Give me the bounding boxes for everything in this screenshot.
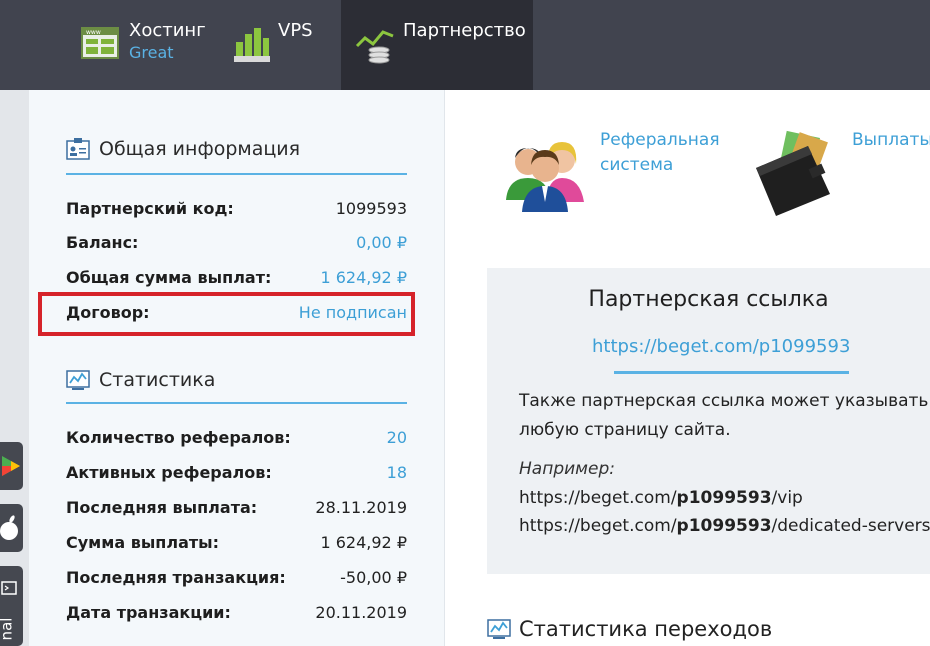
nav-hosting[interactable]: www Хостинг Great (70, 0, 210, 90)
transitions-stats-header: Статистика переходов (487, 617, 772, 641)
stats-value: 28.11.2019 (315, 497, 407, 517)
apple-tab[interactable] (0, 504, 23, 552)
terminal-icon (1, 581, 17, 595)
example-url-1: https://beget.com/p1099593/vip (519, 488, 803, 508)
partner-link-url[interactable]: https://beget.com/p1099593 (592, 336, 850, 357)
stats-value: 1 624,92 ₽ (320, 532, 407, 552)
stats-chart-icon (66, 370, 90, 390)
partner-icon (355, 30, 394, 64)
info-row-partner-code: Партнерский код: 1099593 (66, 193, 407, 223)
vps-icon (234, 28, 270, 62)
stats-row-active-referrals: Активных рефералов: 18 (66, 457, 407, 487)
total-payouts-link[interactable]: 1 624,92 ₽ (320, 268, 407, 287)
transitions-stats-title: Статистика переходов (519, 617, 773, 641)
terminal-tab[interactable]: nal (0, 566, 23, 646)
info-key: Общая сумма выплат: (66, 267, 272, 287)
stats-title: Статистика (99, 369, 216, 391)
stats-row-last-payout: Последняя выплата: 28.11.2019 (66, 492, 407, 522)
referral-line1: Реферальная (600, 130, 720, 150)
stats-key: Последняя выплата: (66, 497, 258, 517)
info-key: Баланс: (66, 232, 139, 252)
active-referrals-link[interactable]: 18 (387, 463, 407, 482)
nav-vps-label: VPS (278, 20, 313, 41)
stats-key: Последняя транзакция: (66, 567, 286, 587)
referral-line2: система (600, 155, 674, 175)
info-value: 1099593 (335, 198, 407, 218)
info-key: Партнерский код: (66, 198, 234, 218)
transitions-chart-icon (487, 619, 511, 639)
general-info-title: Общая информация (99, 138, 301, 160)
stats-key: Активных рефералов: (66, 462, 272, 482)
google-play-tab[interactable] (0, 442, 23, 490)
contract-highlight-box (38, 292, 415, 336)
left-side-strip: nal (0, 90, 29, 646)
apple-icon (0, 515, 18, 540)
google-play-icon (2, 456, 20, 476)
referral-system-link[interactable]: Реферальная система (500, 128, 720, 218)
info-panel: Общая информация Партнерский код: 109959… (29, 90, 445, 646)
stats-divider (66, 402, 407, 404)
stats-row-payout-amount: Сумма выплаты: 1 624,92 ₽ (66, 527, 407, 557)
general-info-header: Общая информация (66, 138, 300, 160)
nav-partner[interactable]: Партнерство (341, 0, 533, 90)
nav-vps[interactable]: VPS (222, 0, 334, 90)
general-info-divider (66, 173, 407, 175)
nav-hosting-sublabel: Great (129, 43, 174, 62)
wallet-icon (756, 130, 830, 216)
example-label: Например: (519, 459, 615, 479)
nav-partner-label: Партнерство (403, 20, 526, 41)
balance-link[interactable]: 0,00 ₽ (356, 233, 407, 252)
stats-value: -50,00 ₽ (340, 567, 407, 587)
stats-key: Количество рефералов: (66, 427, 291, 447)
stats-header: Статистика (66, 369, 215, 391)
stats-key: Дата транзакции: (66, 602, 231, 622)
nav-hosting-label: Хостинг (129, 20, 206, 41)
terminal-tab-label: nal (0, 617, 16, 641)
stats-row-referrals: Количество рефералов: 20 (66, 422, 407, 452)
stats-value: 20.11.2019 (315, 602, 407, 622)
example-url-2: https://beget.com/p1099593/dedicated-ser… (519, 516, 930, 536)
svg-text:www: www (86, 29, 101, 36)
partner-link-desc-line1: Также партнерская ссылка может указывать… (519, 391, 930, 411)
referral-people-icon (506, 142, 584, 212)
hosting-icon: www (81, 27, 119, 59)
partner-link-desc-line2: любую страницу сайта. (519, 420, 731, 440)
info-row-total-payouts: Общая сумма выплат: 1 624,92 ₽ (66, 262, 407, 292)
info-row-balance: Баланс: 0,00 ₽ (66, 227, 407, 257)
partner-link-underline (614, 371, 849, 374)
referrals-count-link[interactable]: 20 (387, 428, 407, 447)
top-nav: www Хостинг Great VPS Партнерство (0, 0, 930, 90)
stats-row-transaction-date: Дата транзакции: 20.11.2019 (66, 597, 407, 627)
payouts-link[interactable]: Выплаты (752, 128, 930, 218)
id-card-icon (66, 138, 90, 160)
partner-link-title: Партнерская ссылка (588, 287, 829, 312)
stats-key: Сумма выплаты: (66, 532, 219, 552)
stats-row-last-transaction: Последняя транзакция: -50,00 ₽ (66, 562, 407, 592)
payouts-label: Выплаты (852, 130, 930, 150)
